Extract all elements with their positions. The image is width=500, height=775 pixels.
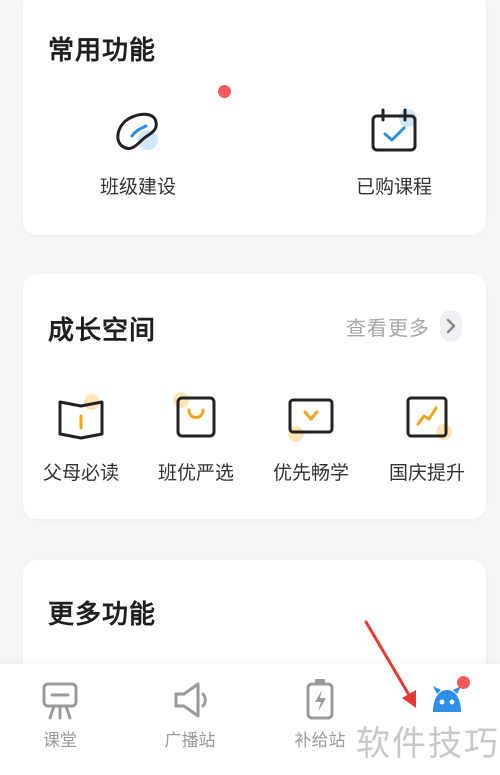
purchased-courses-label: 已购课程 xyxy=(355,176,432,198)
trend-board-icon xyxy=(400,390,454,444)
tab-broadcast[interactable]: 广播站 xyxy=(148,664,232,751)
tab-supply-label: 补给站 xyxy=(294,731,346,751)
calendar-check-icon xyxy=(364,102,424,162)
speaker-icon xyxy=(168,678,212,722)
view-more-link[interactable]: 查看更多 xyxy=(346,310,462,342)
common-functions-card: 常用功能 班级建设 已购课程 xyxy=(23,0,486,235)
video-play-icon xyxy=(284,390,338,444)
growth-space-card: 成长空间 查看更多 父母必读 班优严选 优先畅学 国庆提升 xyxy=(23,274,486,519)
tab-broadcast-label: 广播站 xyxy=(164,731,216,751)
chevron-right-icon xyxy=(440,310,462,342)
class-select-label: 班优严选 xyxy=(157,462,234,484)
priority-learning-label: 优先畅学 xyxy=(272,462,349,484)
class-select-item[interactable]: 班优严选 xyxy=(150,390,242,485)
shopping-bag-icon xyxy=(169,390,223,444)
class-building-label: 班级建设 xyxy=(99,176,176,198)
open-book-icon xyxy=(54,390,108,444)
classroom-screen-icon xyxy=(38,678,82,722)
tab-supply[interactable]: 补给站 xyxy=(278,664,362,751)
class-building-badge xyxy=(218,85,231,98)
more-features-title: 更多功能 xyxy=(48,600,157,630)
common-functions-title: 常用功能 xyxy=(48,36,157,66)
parents-reading-item[interactable]: 父母必读 xyxy=(35,390,127,485)
priority-learning-item[interactable]: 优先畅学 xyxy=(265,390,357,485)
tab-classroom[interactable]: 课堂 xyxy=(20,664,100,751)
parents-reading-label: 父母必读 xyxy=(42,462,119,484)
national-day-boost-item[interactable]: 国庆提升 xyxy=(381,390,473,485)
national-day-boost-label: 国庆提升 xyxy=(388,462,465,484)
bean-icon xyxy=(108,85,231,162)
annotation-arrow xyxy=(364,620,416,708)
tab-classroom-label: 课堂 xyxy=(43,731,77,751)
purchased-courses-item[interactable]: 已购课程 xyxy=(319,102,469,199)
growth-space-title: 成长空间 xyxy=(48,316,157,346)
profile-badge xyxy=(457,676,470,689)
view-more-label: 查看更多 xyxy=(346,315,430,340)
class-building-item[interactable]: 班级建设 xyxy=(63,85,231,199)
battery-charge-icon xyxy=(298,676,342,722)
